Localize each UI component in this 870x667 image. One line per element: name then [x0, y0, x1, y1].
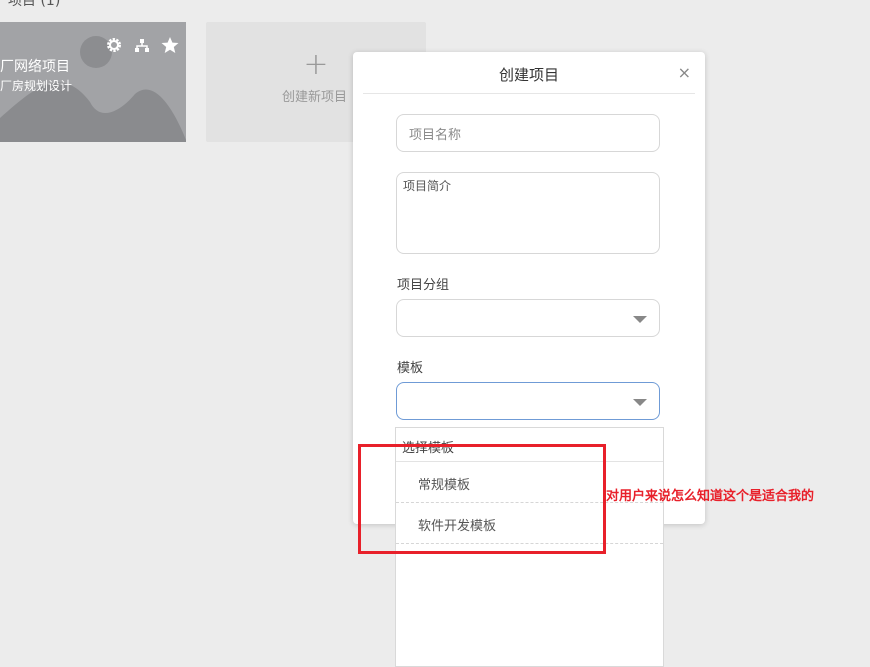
project-name-placeholder: 项目名称: [409, 128, 462, 143]
close-icon[interactable]: ×: [678, 63, 691, 82]
project-title: 厂网络项目: [0, 59, 70, 75]
star-icon[interactable]: [160, 36, 180, 54]
annotation-highlight-box: [358, 444, 606, 554]
template-select[interactable]: [396, 382, 660, 420]
project-card[interactable]: 厂网络项目 厂房规划设计: [0, 22, 186, 142]
project-name-input[interactable]: 项目名称: [396, 114, 660, 152]
project-description-textarea[interactable]: 项目简介: [396, 172, 660, 254]
dialog-title: 创建项目: [498, 66, 559, 84]
annotation-text: 对用户来说怎么知道这个是适合我的: [606, 489, 815, 504]
project-group-label: 项目分组: [397, 278, 450, 293]
create-new-project-label: 创建新项目: [282, 90, 348, 105]
chevron-down-icon: [633, 399, 647, 406]
page-header-fragment: 项目 (1): [8, 0, 61, 9]
share-icon[interactable]: [132, 36, 152, 54]
project-group-select[interactable]: [396, 299, 660, 337]
project-subtitle: 厂房规划设计: [0, 79, 73, 93]
settings-icon[interactable]: [104, 36, 124, 54]
project-description-placeholder: 项目简介: [403, 179, 452, 193]
template-label: 模板: [397, 361, 424, 376]
chevron-down-icon: [633, 316, 647, 323]
dialog-divider: [363, 93, 695, 94]
